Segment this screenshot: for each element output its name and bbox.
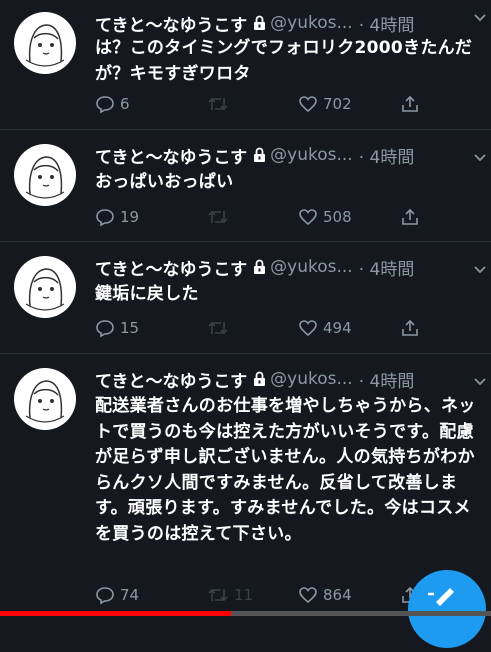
like-count: 864 xyxy=(323,586,352,604)
video-progress-bar[interactable] xyxy=(0,611,491,616)
reply-count: 74 xyxy=(120,586,140,604)
avatar[interactable] xyxy=(14,368,76,430)
timestamp[interactable]: · 4時間 xyxy=(359,11,415,36)
reply-button[interactable]: 6 xyxy=(95,94,130,114)
retweet-icon xyxy=(208,588,228,602)
reply-button[interactable]: 74 xyxy=(95,585,139,605)
heart-icon xyxy=(299,320,317,337)
reply-button[interactable]: 19 xyxy=(95,207,139,227)
retweet-icon xyxy=(208,210,228,224)
display-name[interactable]: てきと〜なゆうこす xyxy=(95,11,247,36)
chevron-down-icon[interactable] xyxy=(473,8,487,27)
like-count: 494 xyxy=(323,319,352,337)
tweet-text: 鍵垢に戻した xyxy=(95,284,199,304)
share-icon xyxy=(402,208,418,225)
compose-button[interactable] xyxy=(408,570,486,648)
share-button[interactable] xyxy=(400,207,420,227)
tweet-actions: 15 494 xyxy=(95,316,481,340)
user-handle[interactable]: @yukos... xyxy=(270,257,353,277)
chevron-down-icon[interactable] xyxy=(473,148,487,167)
like-count: 702 xyxy=(323,95,352,113)
timestamp[interactable]: · 4時間 xyxy=(359,367,415,392)
chevron-down-icon[interactable] xyxy=(473,260,487,279)
user-handle[interactable]: @yukos... xyxy=(270,145,353,165)
avatar[interactable] xyxy=(14,144,76,206)
avatar[interactable] xyxy=(14,12,76,74)
tweet-header: てきと〜なゆうこす @yukos... · 4時間 xyxy=(95,10,481,36)
like-count: 508 xyxy=(323,208,352,226)
reply-count: 15 xyxy=(120,319,140,337)
tweet[interactable]: てきと〜なゆうこす @yukos... · 4時間 鍵垢に戻した 15 494 xyxy=(0,242,491,354)
display-name[interactable]: てきと〜なゆうこす xyxy=(95,255,247,280)
avatar[interactable] xyxy=(14,256,76,318)
display-name[interactable]: てきと〜なゆうこす xyxy=(95,143,247,168)
lock-icon xyxy=(253,15,266,31)
tweet-header: てきと〜なゆうこす @yukos... · 4時間 xyxy=(95,254,481,280)
timestamp[interactable]: · 4時間 xyxy=(359,255,415,280)
reply-icon xyxy=(96,320,114,338)
lock-icon xyxy=(253,371,266,387)
share-button[interactable] xyxy=(400,318,420,338)
reply-count: 6 xyxy=(120,95,130,113)
like-button[interactable]: 864 xyxy=(298,585,352,605)
tweet-text: は？このタイミングでフォロリク2000きたんだが？キモすぎワロタ xyxy=(95,38,473,84)
display-name[interactable]: てきと〜なゆうこす xyxy=(95,367,247,392)
like-button[interactable]: 508 xyxy=(298,207,352,227)
reply-icon xyxy=(96,96,114,114)
retweet-button[interactable] xyxy=(207,207,234,227)
like-button[interactable]: 494 xyxy=(298,318,352,338)
heart-icon xyxy=(299,587,317,604)
retweet-button[interactable] xyxy=(207,318,234,338)
retweet-icon xyxy=(208,97,228,111)
video-progress-fill xyxy=(0,611,231,616)
tweet[interactable]: てきと〜なゆうこす @yukos... · 4時間 は？このタイミングでフォロリ… xyxy=(0,0,491,130)
user-handle[interactable]: @yukos... xyxy=(270,13,353,33)
chevron-down-icon[interactable] xyxy=(473,372,487,391)
reply-count: 19 xyxy=(120,208,140,226)
tweet-header: てきと〜なゆうこす @yukos... · 4時間 xyxy=(95,366,481,392)
tweet-actions: 6 702 xyxy=(95,92,481,116)
like-button[interactable]: 702 xyxy=(298,94,352,114)
retweet-icon xyxy=(208,321,228,335)
tweet-text: 配送業者さんのお仕事を増やしちゃうから、ネットで買うのも今は控えた方がいいそうで… xyxy=(95,396,476,544)
lock-icon xyxy=(253,147,266,163)
share-icon xyxy=(402,319,418,336)
heart-icon xyxy=(299,96,317,113)
retweet-count: 11 xyxy=(234,586,254,604)
tweet-actions: 19 508 xyxy=(95,205,481,229)
reply-icon xyxy=(96,587,114,605)
tweet-header: てきと〜なゆうこす @yukos... · 4時間 xyxy=(95,142,481,168)
share-button[interactable] xyxy=(400,94,420,114)
user-handle[interactable]: @yukos... xyxy=(270,369,353,389)
reply-button[interactable]: 15 xyxy=(95,318,139,338)
retweet-button[interactable]: 11 xyxy=(207,585,253,605)
reply-icon xyxy=(96,209,114,227)
compose-icon xyxy=(428,588,454,606)
tweet-text: おっぱいおっぱい xyxy=(95,172,234,192)
timestamp[interactable]: · 4時間 xyxy=(359,143,415,168)
lock-icon xyxy=(253,259,266,275)
tweet[interactable]: てきと〜なゆうこす @yukos... · 4時間 おっぱいおっぱい 19 50… xyxy=(0,130,491,242)
share-icon xyxy=(402,95,418,112)
retweet-button[interactable] xyxy=(207,94,234,114)
heart-icon xyxy=(299,209,317,226)
